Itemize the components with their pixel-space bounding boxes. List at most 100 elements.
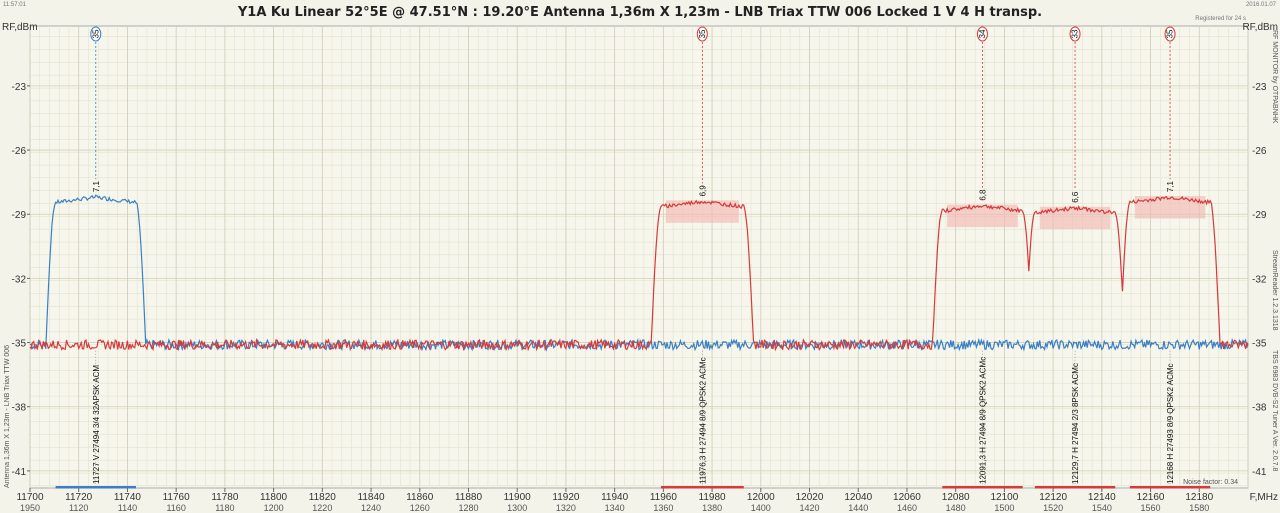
if-tick-label: 1380 bbox=[702, 503, 722, 513]
if-tick-label: 1460 bbox=[897, 503, 917, 513]
x-tick-label: 11740 bbox=[114, 492, 142, 503]
transponder-info: 12168 H 27493 8/9 QPSK2 ACMc bbox=[1166, 363, 1175, 484]
x-tick-label: 11840 bbox=[358, 492, 386, 503]
side-label-right-top: RF MONITOR by OTPABNHK bbox=[1271, 30, 1278, 124]
if-tick-label: 1360 bbox=[653, 503, 673, 513]
x-tick-label: 12020 bbox=[796, 492, 824, 503]
y-tick-label-right: -26 bbox=[1252, 146, 1267, 157]
if-tick-label: 1300 bbox=[507, 503, 527, 513]
registered-note: Registered for 24 s bbox=[1195, 16, 1246, 22]
transponder-fill bbox=[665, 200, 739, 223]
plot-area: -23 -23 -26 -26 -29 -29 -32 -32 -35 -35 -38 -38 -41 -… bbox=[12, 25, 1267, 513]
y-tick-label-right: -41 bbox=[1252, 467, 1267, 478]
side-label-right-mid: StreamReader 1.2.3.1318 bbox=[1271, 250, 1278, 331]
transponder-marker-label: 35 bbox=[1166, 29, 1175, 38]
transponder-band-bar bbox=[1034, 486, 1116, 489]
side-label-left: Antenna 1,36m X 1,23m - LNB Triax TTW 00… bbox=[4, 345, 11, 488]
x-tick-label: 12000 bbox=[747, 492, 775, 503]
x-axis-label: F,MHz bbox=[1250, 492, 1278, 503]
transponder-snr: 7,1 bbox=[1166, 180, 1175, 192]
x-tick-label: 11780 bbox=[211, 492, 239, 503]
transponder-info: 11727 V 27494 3/4 32APSK ACM bbox=[92, 365, 101, 484]
y-tick-label-left: -35 bbox=[12, 339, 27, 350]
transponder-snr: 7,1 bbox=[92, 180, 101, 192]
x-tick-label: 12180 bbox=[1185, 492, 1213, 503]
side-label-right-bottom: TBS 6983 DVB-S2 Tuner A Ver. 2.0.7.8 bbox=[1271, 350, 1278, 472]
if-tick-label: 1260 bbox=[410, 503, 430, 513]
if-tick-label: 1580 bbox=[1189, 503, 1209, 513]
transponder-band-bar bbox=[660, 486, 744, 489]
y-tick-label-right: -35 bbox=[1252, 339, 1267, 350]
y-tick-label-right: -38 bbox=[1252, 403, 1267, 414]
spectrum-chart: Y1A Ku Linear 52°5E @ 47.51°N : 19.20°E … bbox=[0, 0, 1280, 513]
y-tick-label-left: -29 bbox=[12, 210, 27, 221]
transponder-info: 12129,7 H 27494 2/3 8PSK ACMc bbox=[1071, 363, 1080, 484]
x-tick-label: 11820 bbox=[309, 492, 337, 503]
transponder-snr: 6,8 bbox=[978, 189, 987, 201]
y-tick-label-left: -32 bbox=[12, 274, 27, 285]
if-tick-label: 1500 bbox=[994, 503, 1014, 513]
if-tick-label: 1400 bbox=[751, 503, 771, 513]
y-tick-label-left: -38 bbox=[12, 403, 27, 414]
if-tick-label: 1220 bbox=[312, 503, 332, 513]
transponder-info: 11976,3 H 27494 8/9 QPSK2 ACMc bbox=[698, 357, 707, 484]
x-tick-label: 11880 bbox=[455, 492, 483, 503]
transponder-snr: 6,9 bbox=[698, 185, 707, 197]
x-tick-label: 12120 bbox=[1039, 492, 1067, 503]
x-tick-label: 11800 bbox=[260, 492, 288, 503]
x-tick-label: 11700 bbox=[16, 492, 44, 503]
if-tick-label: 1180 bbox=[215, 503, 234, 513]
noise-factor: Noise factor: 0.34 bbox=[1183, 479, 1238, 486]
transponder-snr: 6,6 bbox=[1071, 191, 1080, 203]
transponder-band-bar bbox=[942, 486, 1023, 489]
x-tick-label: 11980 bbox=[699, 492, 727, 503]
x-tick-label: 11940 bbox=[601, 492, 629, 503]
x-tick-label: 11920 bbox=[552, 492, 580, 503]
transponder-band-bar bbox=[55, 486, 136, 489]
if-tick-label: 1340 bbox=[605, 503, 625, 513]
x-tick-label: 12080 bbox=[942, 492, 970, 503]
if-tick-label: 1280 bbox=[458, 503, 478, 513]
y-axis-label-left: RF,dBm bbox=[2, 22, 38, 33]
x-tick-label: 12100 bbox=[990, 492, 1018, 503]
x-tick-label: 12060 bbox=[893, 492, 921, 503]
x-tick-label: 11900 bbox=[504, 492, 532, 503]
if-tick-label: 1200 bbox=[264, 503, 284, 513]
if-tick-label: 1950 bbox=[20, 503, 40, 513]
transponder-info: 12091,3 H 27494 8/9 QPSK2 ACMc bbox=[978, 357, 987, 484]
if-tick-label: 1420 bbox=[800, 503, 820, 513]
clock-time: 11:57:01 bbox=[3, 2, 27, 8]
x-tick-label: 12040 bbox=[844, 492, 872, 503]
chart-title: Y1A Ku Linear 52°5E @ 47.51°N : 19.20°E … bbox=[237, 5, 1042, 20]
transponder-band-bar bbox=[1129, 486, 1211, 489]
x-tick-label: 12140 bbox=[1088, 492, 1116, 503]
y-tick-label-left: -23 bbox=[12, 82, 27, 93]
if-tick-label: 1440 bbox=[848, 503, 868, 513]
x-tick-label: 12160 bbox=[1137, 492, 1165, 503]
x-tick-label: 11720 bbox=[65, 492, 93, 503]
if-tick-label: 1540 bbox=[1092, 503, 1112, 513]
transponder-marker-label: 35 bbox=[91, 29, 100, 38]
if-tick-label: 1240 bbox=[361, 503, 381, 513]
plot-frame bbox=[29, 25, 1249, 489]
y-tick-label-left: -26 bbox=[12, 146, 27, 157]
clock-date: 2016.01.07 bbox=[1246, 2, 1277, 8]
if-tick-label: 1140 bbox=[118, 503, 137, 513]
if-tick-label: 1320 bbox=[556, 503, 576, 513]
if-tick-label: 1480 bbox=[946, 503, 966, 513]
x-tick-label: 11860 bbox=[406, 492, 434, 503]
y-tick-label-left: -41 bbox=[12, 467, 27, 478]
transponder-marker-label: 34 bbox=[978, 29, 987, 38]
if-tick-label: 1120 bbox=[69, 503, 88, 513]
y-tick-label-right: -29 bbox=[1252, 210, 1267, 221]
if-tick-label: 1560 bbox=[1141, 503, 1161, 513]
y-tick-label-right: -32 bbox=[1252, 274, 1267, 285]
x-tick-label: 11960 bbox=[650, 492, 678, 503]
transponder-marker-label: 35 bbox=[698, 29, 707, 38]
if-tick-label: 1160 bbox=[166, 503, 185, 513]
y-tick-label-right: -23 bbox=[1252, 82, 1267, 93]
if-tick-label: 1520 bbox=[1043, 503, 1063, 513]
x-tick-label: 11760 bbox=[163, 492, 191, 503]
transponder-fill bbox=[947, 204, 1018, 228]
transponder-marker-label: 33 bbox=[1071, 29, 1080, 38]
